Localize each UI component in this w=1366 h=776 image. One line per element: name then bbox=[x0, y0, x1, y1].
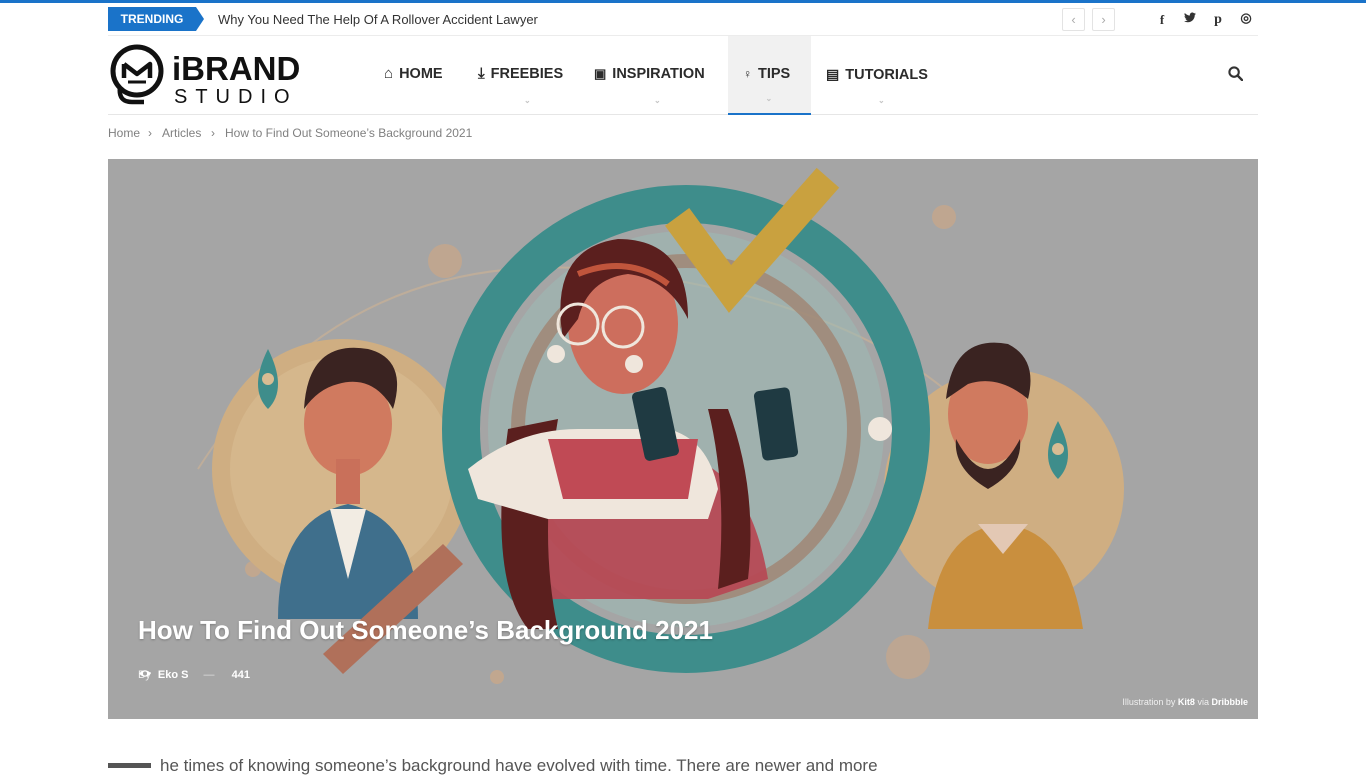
trending-badge: TRENDING bbox=[108, 7, 204, 31]
credit-via: via bbox=[1197, 697, 1209, 707]
breadcrumb-articles-link[interactable]: Articles bbox=[162, 126, 201, 140]
credit-site-link[interactable]: Dribbble bbox=[1211, 697, 1248, 707]
credit-author-link[interactable]: Kit8 bbox=[1178, 697, 1195, 707]
trending-bar: TRENDING Why You Need The Help Of A Roll… bbox=[108, 3, 1258, 36]
breadcrumb-current: How to Find Out Someone’s Background 202… bbox=[225, 126, 473, 140]
search-icon[interactable] bbox=[1228, 66, 1244, 82]
chevron-down-icon: ⌄ bbox=[654, 96, 661, 105]
credit-prefix: Illustration by bbox=[1122, 697, 1176, 707]
breadcrumb-separator: › bbox=[148, 126, 152, 140]
nav-item-tutorials-label: TUTORIALS bbox=[845, 67, 928, 83]
article-intro: he times of knowing someone’s background… bbox=[160, 756, 878, 775]
home-icon: ⌂ bbox=[384, 65, 394, 82]
dribbble-icon[interactable]: ◎ bbox=[1239, 10, 1253, 26]
nav-item-freebies[interactable]: ⤓ FREEBIES ⌄ bbox=[478, 36, 578, 115]
post-view-count: 441 bbox=[231, 669, 250, 681]
chevron-down-icon: ⌄ bbox=[524, 96, 531, 105]
nav-item-freebies-label: FREEBIES bbox=[490, 66, 564, 82]
post-meta: By Eko S — 441 bbox=[138, 669, 250, 681]
nav-item-home[interactable]: ⌂ HOME bbox=[384, 36, 464, 115]
breadcrumb-separator: › bbox=[211, 126, 215, 140]
drop-cap bbox=[108, 763, 151, 768]
logo-brand-text: iBRAND bbox=[172, 50, 301, 87]
facebook-icon[interactable]: f bbox=[1155, 12, 1169, 28]
logo-sub-text: STUDIO bbox=[174, 86, 298, 108]
nav-item-home-label: HOME bbox=[399, 66, 443, 82]
breadcrumb-home-link[interactable]: Home bbox=[108, 126, 140, 140]
download-icon: ⤓ bbox=[478, 65, 485, 82]
site-logo[interactable]: iBRAND STUDIO bbox=[110, 42, 301, 108]
featured-image[interactable]: How To Find Out Someone’s Background 202… bbox=[108, 159, 1258, 719]
logo-mark-icon bbox=[110, 44, 164, 105]
site-header: iBRAND STUDIO ⌂ HOME ⤓ FREEBIES ⌄ ▣ INSPIRA… bbox=[108, 36, 1258, 115]
post-author-link[interactable]: Eko S bbox=[158, 669, 189, 681]
meta-separator: — bbox=[203, 669, 215, 681]
breadcrumb: Home › Articles › How to Find Out Someon… bbox=[108, 126, 1258, 142]
trending-next-button[interactable]: › bbox=[1092, 8, 1115, 31]
image-credit: Illustration by Kit8 via Dribbble bbox=[1122, 697, 1248, 707]
book-icon: ▤ bbox=[826, 66, 840, 82]
chevron-down-icon: ⌄ bbox=[765, 94, 773, 103]
nav-item-inspiration[interactable]: ▣ INSPIRATION ⌄ bbox=[594, 36, 722, 115]
post-title: How To Find Out Someone’s Background 202… bbox=[138, 615, 713, 645]
trending-prev-button[interactable]: ‹ bbox=[1062, 8, 1085, 31]
trending-headline-link[interactable]: Why You Need The Help Of A Rollover Acci… bbox=[218, 12, 538, 27]
lightbulb-icon: ♀ bbox=[743, 67, 752, 81]
pinterest-icon[interactable]: p bbox=[1211, 12, 1225, 28]
nav-item-tips[interactable]: ♀ TIPS ⌄ bbox=[728, 36, 811, 115]
chevron-down-icon: ⌄ bbox=[878, 96, 885, 105]
image-icon: ▣ bbox=[594, 66, 607, 81]
nav-item-tips-label: TIPS bbox=[758, 66, 791, 82]
nav-item-inspiration-label: INSPIRATION bbox=[612, 66, 705, 82]
nav-item-tutorials[interactable]: ▤ TUTORIALS ⌄ bbox=[826, 36, 938, 115]
twitter-icon[interactable] bbox=[1183, 12, 1197, 26]
